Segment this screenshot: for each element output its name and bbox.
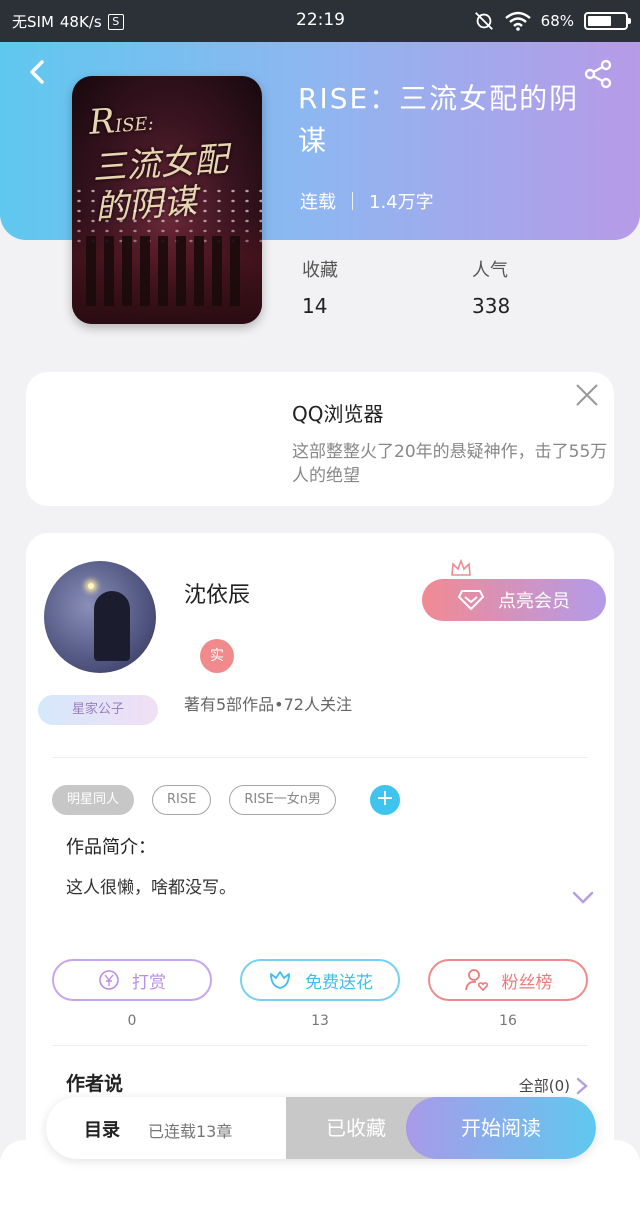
stat-popularity: 人气 338: [472, 256, 510, 318]
reward-button[interactable]: 打赏: [52, 959, 212, 1001]
status-left: 无SIM 48K/s S: [12, 11, 124, 32]
stat-value: 14: [302, 294, 328, 318]
action-row: 打赏 0 免费送花 13 粉丝榜 16: [52, 959, 588, 1029]
ad-description: 这部整整火了20年的悬疑神作，击了55万人的绝望: [292, 442, 608, 486]
battery-icon: [584, 12, 631, 30]
send-flower-button[interactable]: 免费送花: [240, 959, 400, 1001]
level-badge: 星家公子: [38, 695, 158, 725]
clock: 22:19: [296, 10, 345, 30]
user-heart-icon: [464, 969, 488, 992]
word-count: 1.4万字: [369, 192, 434, 213]
reward-action: 打赏 0: [52, 959, 212, 1029]
author-says-all-link[interactable]: 全部(0): [519, 1075, 588, 1096]
reward-count: 0: [127, 1013, 137, 1029]
author-name[interactable]: 沈依辰: [184, 577, 250, 609]
avatar[interactable]: [44, 561, 156, 673]
intro-text: 这人很懒，啥都没写。: [66, 878, 236, 898]
tag-list: 明星同人 RISE RISE一女n男 +: [52, 785, 400, 815]
flower-count: 13: [311, 1013, 329, 1029]
status-bar: 无SIM 48K/s S 22:19 68%: [0, 0, 640, 42]
vip-button-label: 点亮会员: [498, 591, 570, 612]
alarm-off-icon: [474, 12, 493, 30]
book-meta: 连载 1.4万字: [300, 188, 434, 214]
book-title: RISE：三流女配的阴谋: [298, 82, 580, 157]
send-flower-label: 免费送花: [305, 972, 373, 993]
close-icon[interactable]: [574, 382, 600, 408]
divider: [52, 757, 588, 758]
status-right: 68%: [473, 10, 631, 32]
stat-value: 338: [472, 294, 511, 318]
divider: [52, 1045, 588, 1046]
intro-label: 作品简介：: [66, 837, 156, 858]
ad-card[interactable]: QQ浏览器 这部整整火了20年的悬疑神作，击了55万人的绝望: [26, 372, 614, 506]
avatar-figure: [94, 591, 130, 661]
toc-button[interactable]: 目录: [84, 1116, 120, 1142]
carrier-text: 无SIM: [12, 13, 54, 31]
all-label: 全部(0): [518, 1077, 570, 1095]
book-cover[interactable]: RISE:三流女配的阴谋: [72, 76, 262, 324]
bottom-action-bar: 目录 已连载13章 已收藏 开始阅读: [46, 1097, 596, 1159]
tag-item[interactable]: RISE: [152, 785, 212, 815]
crown-icon: [451, 559, 471, 576]
vip-button[interactable]: 点亮会员: [422, 579, 606, 621]
yen-icon: [99, 970, 119, 990]
stat-label: 人气: [472, 260, 508, 281]
chevron-right-icon: [576, 1077, 588, 1094]
network-speed: 48K/s: [59, 12, 102, 31]
cover-performers: [86, 236, 248, 306]
s-badge-icon: S: [107, 13, 124, 30]
start-reading-button[interactable]: 开始阅读: [406, 1097, 596, 1159]
flower-icon: [270, 971, 290, 989]
meta-divider: [352, 192, 353, 210]
chapter-count[interactable]: 已连载13章: [148, 1118, 232, 1142]
battery-fill: [588, 16, 612, 26]
fans-count: 16: [499, 1013, 517, 1029]
fans-action: 粉丝榜 16: [428, 959, 588, 1029]
ad-title: QQ浏览器: [292, 402, 384, 426]
reward-label: 打赏: [132, 972, 166, 993]
tag-item[interactable]: 明星同人: [52, 785, 135, 815]
verified-badge: 实: [200, 639, 234, 673]
battery-percent: 68%: [540, 12, 574, 30]
stat-favorites: 收藏 14: [302, 256, 338, 318]
wifi-icon: [504, 11, 531, 31]
sparkler: [88, 583, 94, 589]
chevron-down-icon[interactable]: [572, 891, 594, 905]
add-tag-button[interactable]: +: [369, 785, 400, 815]
flower-action: 免费送花 13: [240, 959, 400, 1029]
tag-item[interactable]: RISE一女n男: [229, 785, 336, 815]
author-says-label: 作者说: [66, 1073, 124, 1095]
stat-label: 收藏: [302, 260, 338, 281]
back-arrow-icon[interactable]: [24, 58, 52, 86]
fan-ranking-button[interactable]: 粉丝榜: [428, 959, 588, 1001]
author-card: 星家公子 沈依辰 实 著有5部作品•72人关注 点亮会员 明星同人 RISE R…: [26, 533, 614, 1173]
book-status: 连载: [300, 192, 336, 213]
author-stats: 著有5部作品•72人关注: [184, 695, 352, 714]
diamond-icon: [458, 590, 484, 611]
fan-ranking-label: 粉丝榜: [501, 972, 553, 993]
